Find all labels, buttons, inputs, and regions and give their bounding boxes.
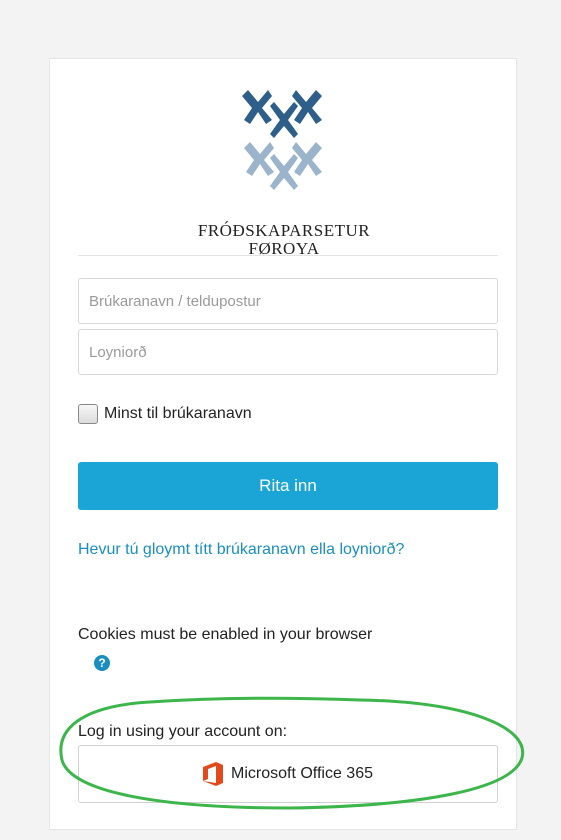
remember-username-label: Minst til brúkaranavn <box>104 405 252 422</box>
help-icon[interactable]: ? <box>94 655 110 671</box>
username-input[interactable] <box>78 278 498 324</box>
login-button[interactable]: Rita inn <box>78 462 498 510</box>
university-logo: FRÓÐSKAPARSETUR FØROYA <box>50 79 518 261</box>
cookies-notice: Cookies must be enabled in your browser <box>78 626 373 643</box>
office-365-login-button[interactable]: Microsoft Office 365 <box>78 745 498 803</box>
snowflake-logo-icon <box>242 90 322 190</box>
org-name-line2: FØROYA <box>248 239 320 258</box>
identity-providers-heading: Log in using your account on: <box>78 723 288 740</box>
org-name-line1: FRÓÐSKAPARSETUR <box>197 221 371 240</box>
office-365-icon <box>203 762 223 786</box>
remember-username-checkbox[interactable] <box>78 404 98 424</box>
divider <box>78 255 498 256</box>
remember-username-row[interactable]: Minst til brúkaranavn <box>78 402 252 426</box>
forgot-credentials-link[interactable]: Hevur tú gloymt títt brúkaranavn ella lo… <box>78 537 478 563</box>
office-365-label: Microsoft Office 365 <box>231 765 373 782</box>
login-card: FRÓÐSKAPARSETUR FØROYA Minst til brúkara… <box>49 58 517 830</box>
password-input[interactable] <box>78 329 498 375</box>
